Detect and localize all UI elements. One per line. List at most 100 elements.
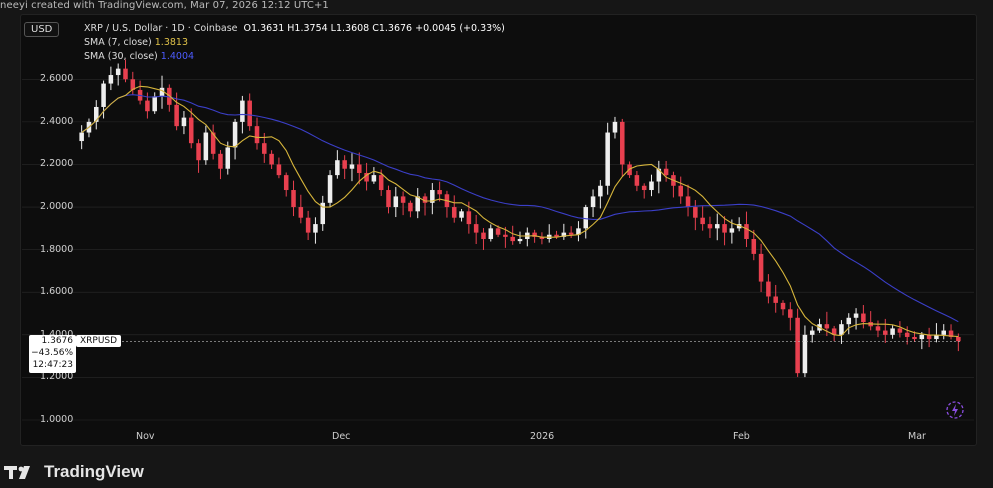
candle-body xyxy=(590,196,596,208)
x-tick-label: Nov xyxy=(136,431,155,442)
candle-body xyxy=(101,83,106,107)
candle-body xyxy=(875,326,881,331)
candle-body xyxy=(298,207,304,218)
candle-body xyxy=(283,175,289,191)
candle-body xyxy=(79,132,84,142)
candle-body xyxy=(305,217,311,233)
candle-body xyxy=(941,330,947,335)
candle-body xyxy=(108,75,114,84)
y-tick-label: 2.6000 xyxy=(40,73,74,85)
candle-body xyxy=(152,96,157,112)
candle-body xyxy=(495,228,501,235)
candle-body xyxy=(123,68,128,80)
candle-body xyxy=(145,100,150,112)
candle-body xyxy=(809,330,815,335)
sma7-label: SMA (7, close) xyxy=(84,37,152,48)
candle-body xyxy=(568,232,574,235)
candle-body xyxy=(773,296,778,303)
tradingview-logo: TradingView xyxy=(4,462,144,482)
candle-body xyxy=(890,328,895,335)
candle-body xyxy=(758,253,764,282)
brand-name: TradingView xyxy=(44,462,144,481)
currency-button[interactable]: USD xyxy=(24,22,60,37)
x-tick-label: Mar xyxy=(908,431,926,442)
candle-body xyxy=(503,234,508,237)
sma30-legend[interactable]: SMA (30, close) 1.4004 xyxy=(84,50,505,64)
candle-body xyxy=(685,196,691,208)
candle-body xyxy=(802,334,808,374)
candle-body xyxy=(415,196,420,212)
candle-body xyxy=(853,313,859,318)
candle-body xyxy=(254,126,260,144)
candle-body xyxy=(488,228,494,239)
series-title: XRP / U.S. Dollar · 1D · Coinbase O1.363… xyxy=(84,22,505,36)
candle-body xyxy=(269,153,274,165)
sma30-value: 1.4004 xyxy=(160,51,195,62)
candle-body xyxy=(693,207,698,218)
candle-body xyxy=(408,202,413,212)
candle-body xyxy=(583,207,589,229)
sma30-label: SMA (30, close) xyxy=(84,51,158,62)
candle-body xyxy=(400,196,406,203)
candle-body xyxy=(276,164,282,176)
price-change: −43.56% xyxy=(31,348,73,358)
candle-body xyxy=(357,164,362,173)
y-tick-label: 2.0000 xyxy=(40,201,74,213)
candle-body xyxy=(240,100,245,122)
candle-body xyxy=(378,175,384,191)
last-price-tag: 1.3676 −43.56% 12:47:23 xyxy=(29,335,76,373)
y-tick-label: 1.6000 xyxy=(40,286,74,298)
candle-body xyxy=(342,160,347,169)
candle-body xyxy=(93,106,99,122)
candle-body xyxy=(846,317,852,325)
y-tick-label: 2.4000 xyxy=(40,115,74,127)
candle-body xyxy=(225,147,231,169)
candle-body xyxy=(714,224,720,229)
bar-countdown: 12:47:23 xyxy=(32,360,73,370)
candle-body xyxy=(247,100,252,127)
candle-body xyxy=(956,336,961,342)
candle-body xyxy=(327,175,333,203)
candle-body xyxy=(605,132,610,186)
candle-body xyxy=(634,175,640,186)
candle-body xyxy=(349,164,355,169)
chart-legend: XRP / U.S. Dollar · 1D · Coinbase O1.363… xyxy=(84,22,505,64)
symbol-tag: XRPUSD xyxy=(76,335,122,347)
x-tick-label: Dec xyxy=(332,431,351,442)
candle-body xyxy=(466,211,472,225)
lightning-icon[interactable] xyxy=(945,400,965,424)
candle-body xyxy=(481,232,486,239)
candle-body xyxy=(598,185,603,197)
candle-body xyxy=(232,121,238,148)
candle-body xyxy=(203,132,209,161)
candle-body xyxy=(473,224,479,233)
candle-body xyxy=(700,217,705,225)
ohlc-values: O1.3631 H1.3754 L1.3608 C1.3676 +0.0045 … xyxy=(243,23,505,34)
candle-body xyxy=(663,168,669,176)
candle-body xyxy=(766,281,771,297)
candle-body xyxy=(919,334,925,340)
candle-body xyxy=(795,317,800,374)
candle-body xyxy=(451,207,457,218)
candle-body xyxy=(371,175,377,182)
candle-body xyxy=(218,153,223,169)
candle-body xyxy=(188,117,194,144)
y-tick-label: 1.8000 xyxy=(40,243,74,255)
candle-body xyxy=(897,328,903,333)
candle-body xyxy=(115,68,121,76)
candle-body xyxy=(262,143,267,154)
candle-body xyxy=(904,332,910,337)
y-tick-label: 1.0000 xyxy=(40,414,74,425)
candle-body xyxy=(678,185,683,197)
candle-body xyxy=(620,121,625,165)
sma7-legend[interactable]: SMA (7, close) 1.3813 xyxy=(84,36,505,50)
candle-body xyxy=(335,160,340,176)
candle-body xyxy=(912,336,917,340)
candle-body xyxy=(181,117,187,127)
price-chart[interactable] xyxy=(0,0,993,488)
candle-body xyxy=(861,313,866,323)
candle-body xyxy=(517,239,523,242)
last-price: 1.3676 xyxy=(41,336,74,346)
y-tick-label: 2.2000 xyxy=(40,158,74,170)
candle-body xyxy=(824,324,830,329)
